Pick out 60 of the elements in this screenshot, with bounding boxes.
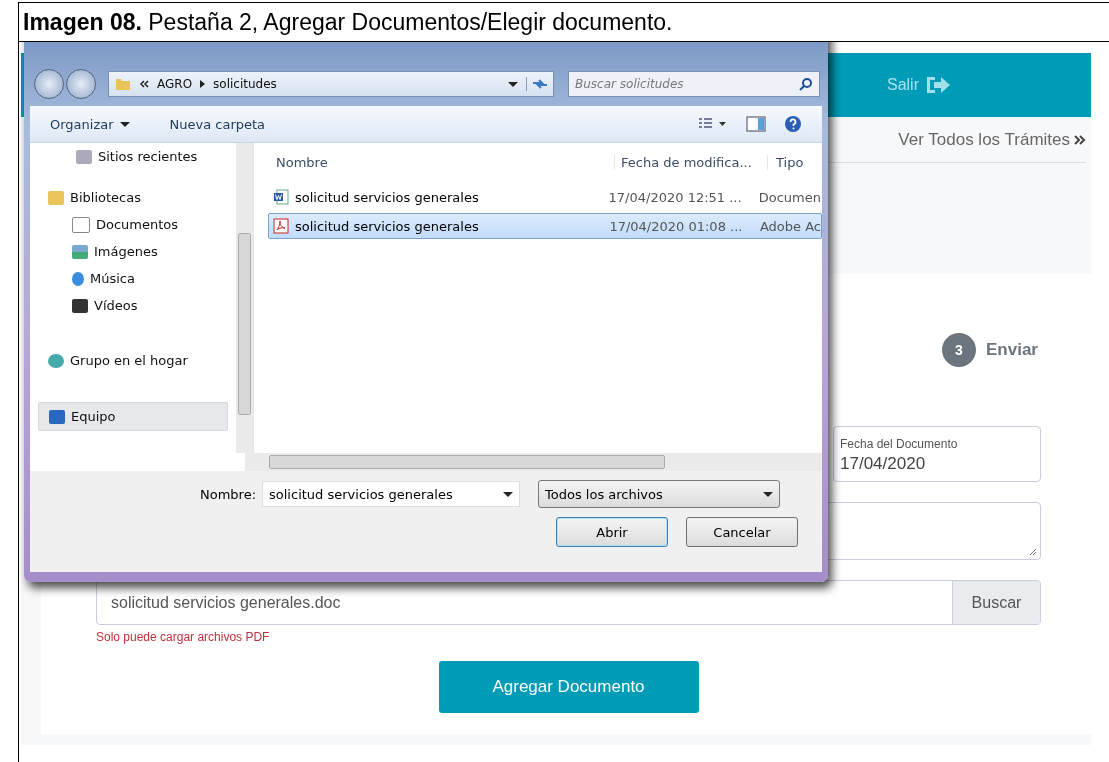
- file-name-label: Nombre:: [200, 486, 257, 502]
- preview-pane-icon[interactable]: [746, 116, 766, 132]
- file-date: 17/04/2020 01:08 ...: [608, 218, 744, 234]
- library-icon: [72, 298, 88, 313]
- new-folder-button[interactable]: Nueva carpeta: [169, 116, 266, 132]
- library-icon: [72, 244, 88, 259]
- open-button[interactable]: Abrir: [556, 517, 668, 547]
- word-document-icon: [273, 189, 289, 205]
- search-field[interactable]: Buscar solicitudes: [568, 71, 820, 97]
- file-date: 17/04/2020 12:51 ...: [607, 189, 743, 205]
- breadcrumb-item[interactable]: AGRO: [157, 77, 193, 91]
- navigation-item[interactable]: Bibliotecas: [38, 184, 228, 211]
- double-chevron-icon[interactable]: [139, 80, 149, 88]
- navigation-item[interactable]: Música: [38, 265, 228, 292]
- breadcrumb-arrow-icon: [200, 80, 206, 88]
- navigation-item[interactable]: Grupo en el hogar: [38, 347, 228, 374]
- location-icon: [48, 190, 64, 205]
- column-header[interactable]: Fecha de modifica...: [614, 154, 767, 170]
- view-icon[interactable]: [698, 117, 728, 131]
- pdf-icon: [273, 218, 289, 234]
- step-label: Enviar: [986, 340, 1038, 360]
- file-row[interactable]: solicitud servicios generales 17/04/2020 01:08 ... Adobe Ac: [268, 213, 822, 239]
- file-type: Documen: [758, 189, 821, 205]
- organize-button[interactable]: Organizar: [50, 116, 130, 132]
- search-icon: [799, 77, 813, 91]
- folder-icon: [115, 76, 131, 92]
- dropdown-caret-icon[interactable]: [508, 81, 518, 87]
- file-name: solicitud servicios generales: [295, 189, 479, 205]
- cancel-button[interactable]: Cancelar: [686, 517, 798, 547]
- navigation-item[interactable]: Sitios recientes: [38, 143, 228, 170]
- exit-icon: [925, 75, 951, 95]
- file-row[interactable]: solicitud servicios generales 17/04/2020 12:51 ... Documen: [268, 184, 822, 210]
- date-field[interactable]: Fecha del Documento 17/04/2020: [833, 426, 1041, 482]
- navigation-item[interactable]: Imágenes: [38, 238, 228, 265]
- navigation-item[interactable]: Equipo: [38, 402, 228, 431]
- scrollbar[interactable]: [236, 143, 253, 453]
- file-name-field[interactable]: solicitud servicios generales: [262, 481, 521, 507]
- horizontal-scrollbar[interactable]: [245, 453, 822, 471]
- library-icon: [72, 271, 84, 286]
- help-icon[interactable]: [784, 115, 802, 133]
- location-icon: [49, 409, 65, 424]
- file-type: Adobe Ac: [759, 218, 821, 234]
- error-message: Solo puede cargar archivos PDF: [96, 630, 271, 644]
- file-name: solicitud servicios generales: [295, 218, 479, 234]
- navigation-item[interactable]: Vídeos: [38, 292, 228, 319]
- location-icon: [48, 353, 64, 368]
- breadcrumb-item[interactable]: solicitudes: [213, 77, 277, 91]
- back-forward-buttons[interactable]: [34, 69, 96, 99]
- double-chevron-icon: [1074, 134, 1086, 145]
- location-icon: [76, 149, 92, 164]
- column-header[interactable]: Nombre: [268, 154, 614, 170]
- figure-caption: Imagen 08. Pestaña 2, Agregar Documentos/Elegir documento.: [19, 2, 1109, 42]
- all-procedures-link[interactable]: Ver Todos los Trámites: [898, 129, 1070, 150]
- library-icon: [72, 216, 90, 233]
- address-bar[interactable]: AGRO solicitudes: [108, 71, 554, 97]
- resize-grip-icon[interactable]: [1029, 548, 1037, 556]
- column-header[interactable]: Tipo: [767, 154, 804, 170]
- step-number: 3: [942, 333, 976, 367]
- navigation-item[interactable]: Documentos: [38, 211, 228, 238]
- file-type-dropdown[interactable]: Todos los archivos: [538, 480, 781, 508]
